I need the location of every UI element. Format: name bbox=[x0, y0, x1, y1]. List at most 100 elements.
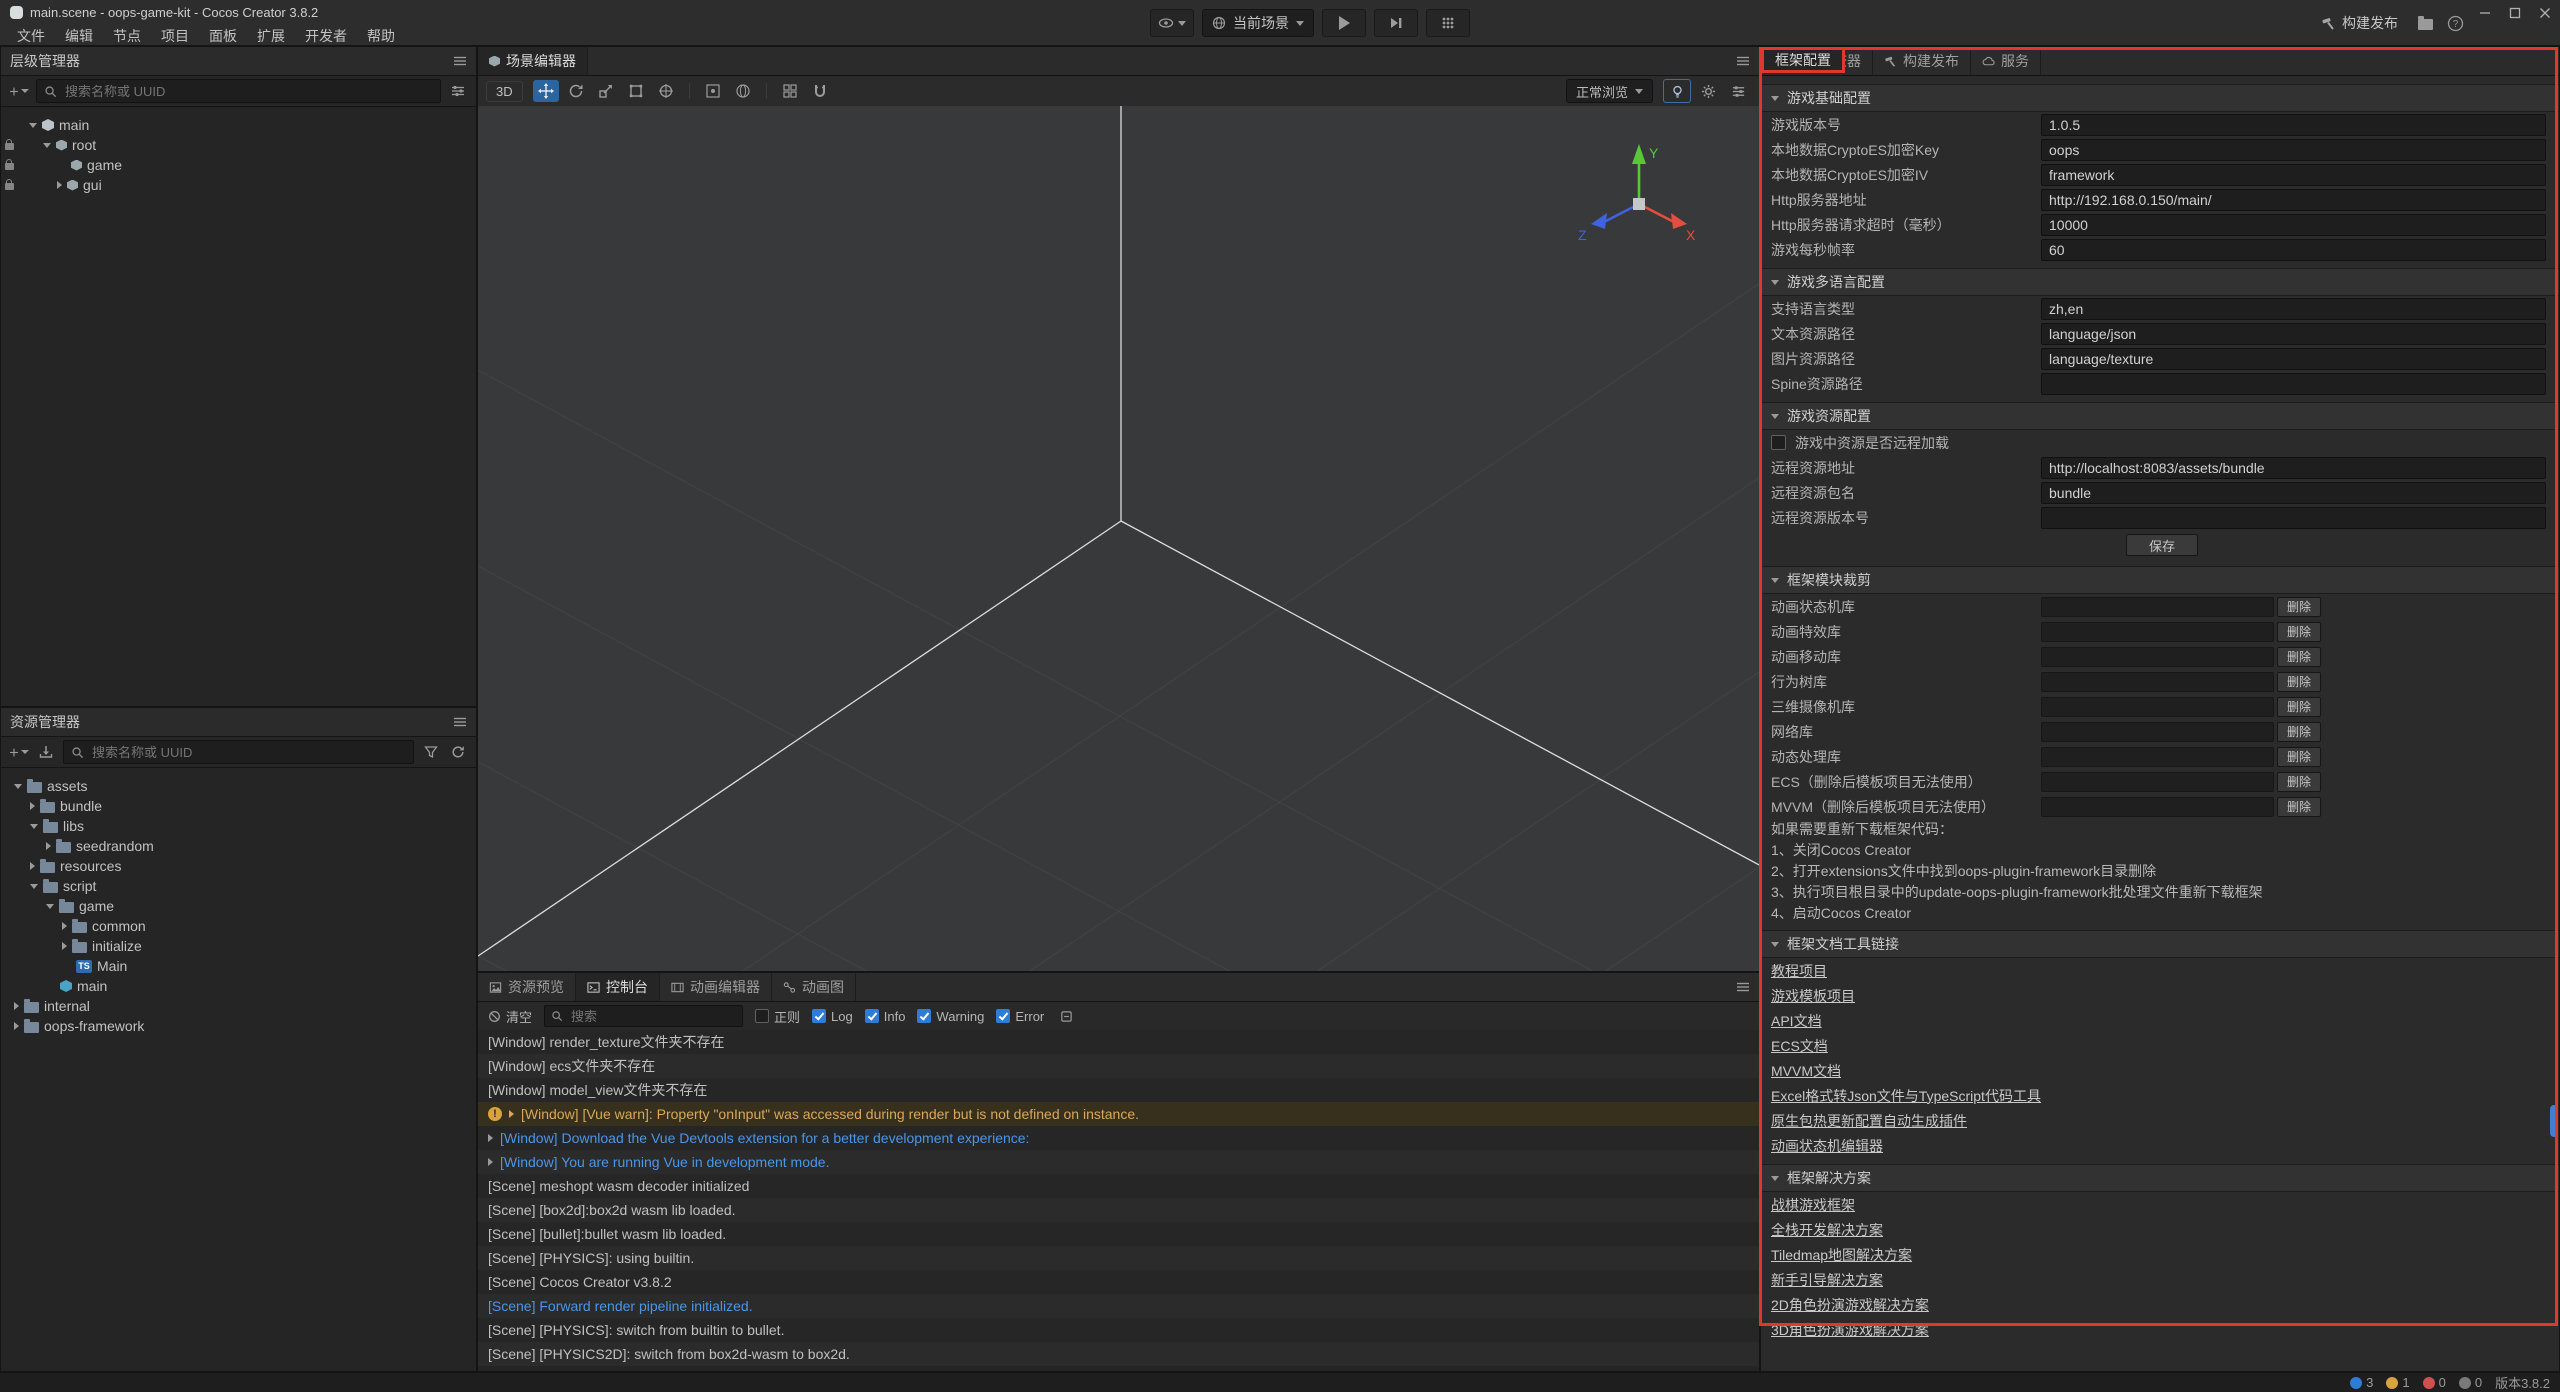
asset-node-game[interactable]: game bbox=[1, 896, 476, 916]
collapse-caret-icon[interactable] bbox=[30, 802, 35, 810]
assets-search[interactable] bbox=[63, 740, 414, 764]
panel-menu-icon[interactable] bbox=[453, 54, 467, 68]
scene-gizmo-settings-button[interactable] bbox=[1695, 80, 1721, 102]
remote-res-version-input[interactable] bbox=[2041, 507, 2546, 529]
delete-module-button[interactable]: 删除 bbox=[2277, 672, 2321, 692]
tab-scene-editor[interactable]: 场景编辑器 bbox=[478, 47, 588, 75]
doc-link[interactable]: MVVM文档 bbox=[1771, 1061, 1841, 1081]
log-row[interactable]: [Window] ecs文件夹不存在 bbox=[478, 1054, 1759, 1078]
log-row[interactable]: [Scene] [bullet]:bullet wasm lib loaded. bbox=[478, 1222, 1759, 1246]
expand-caret-icon[interactable] bbox=[43, 143, 51, 148]
tab-asset-preview[interactable]: 资源预览 bbox=[478, 973, 576, 1001]
section-framework-modules[interactable]: 框架模块裁剪 bbox=[1761, 566, 2559, 594]
asset-node-libs[interactable]: libs bbox=[1, 816, 476, 836]
asset-node-resources[interactable]: resources bbox=[1, 856, 476, 876]
rect-tool-button[interactable] bbox=[623, 80, 649, 102]
solution-link[interactable]: Tiledmap地图解决方案 bbox=[1771, 1245, 1912, 1265]
text-res-path-input[interactable] bbox=[2041, 323, 2546, 345]
tab-console[interactable]: 控制台 bbox=[576, 973, 660, 1001]
section-game-basic-config[interactable]: 游戏基础配置 bbox=[1761, 84, 2559, 112]
warning-checkbox[interactable] bbox=[917, 1009, 931, 1023]
minimize-button[interactable] bbox=[2470, 0, 2500, 26]
hierarchy-search-input[interactable] bbox=[63, 83, 433, 100]
log-row[interactable]: [Scene] meshopt wasm decoder initialized bbox=[478, 1174, 1759, 1198]
log-row[interactable]: [Scene] Cocos Creator v3.8.2 bbox=[478, 1270, 1759, 1294]
crypto-iv-input[interactable] bbox=[2041, 164, 2546, 186]
log-row[interactable]: [Scene] [PHYSICS]: switch from builtin t… bbox=[478, 1318, 1759, 1342]
current-scene-select[interactable]: 当前场景 bbox=[1202, 9, 1314, 37]
menu-node[interactable]: 节点 bbox=[104, 24, 150, 48]
expand-caret-icon[interactable] bbox=[30, 884, 38, 889]
solution-link[interactable]: 新手引导解决方案 bbox=[1771, 1270, 1883, 1290]
section-solutions[interactable]: 框架解决方案 bbox=[1761, 1164, 2559, 1192]
error-count[interactable]: 0 bbox=[2423, 1375, 2446, 1390]
message-count[interactable]: 3 bbox=[2350, 1375, 2373, 1390]
lock-icon[interactable] bbox=[5, 163, 14, 170]
tab-animation-graph[interactable]: 动画图 bbox=[772, 973, 856, 1001]
folder-open-button[interactable] bbox=[2410, 9, 2440, 37]
collapse-caret-icon[interactable] bbox=[30, 862, 35, 870]
solution-link[interactable]: 全栈开发解决方案 bbox=[1771, 1220, 1883, 1240]
expand-log-icon[interactable] bbox=[488, 1158, 493, 1166]
filter-funnel-icon[interactable] bbox=[421, 742, 441, 762]
filter-icon[interactable] bbox=[448, 81, 468, 101]
menu-project[interactable]: 项目 bbox=[152, 24, 198, 48]
lock-icon[interactable] bbox=[5, 143, 14, 150]
fps-input[interactable] bbox=[2041, 239, 2546, 261]
magnet-snap-button[interactable] bbox=[807, 80, 833, 102]
asset-node-assets[interactable]: assets bbox=[1, 776, 476, 796]
doc-link[interactable]: 教程项目 bbox=[1771, 961, 1827, 981]
scale-tool-button[interactable] bbox=[593, 80, 619, 102]
solution-link[interactable]: 3D角色扮演游戏解决方案 bbox=[1771, 1320, 1929, 1340]
filter-error[interactable]: Error bbox=[996, 1009, 1044, 1024]
expand-caret-icon[interactable] bbox=[29, 123, 37, 128]
delete-module-button[interactable]: 删除 bbox=[2277, 772, 2321, 792]
collapse-caret-icon[interactable] bbox=[14, 1022, 19, 1030]
assets-search-input[interactable] bbox=[90, 744, 406, 761]
panel-menu-icon[interactable] bbox=[1736, 980, 1750, 994]
menu-help[interactable]: 帮助 bbox=[358, 24, 404, 48]
doc-link[interactable]: ECS文档 bbox=[1771, 1036, 1828, 1056]
menu-edit[interactable]: 编辑 bbox=[56, 24, 102, 48]
filter-info[interactable]: Info bbox=[865, 1009, 906, 1024]
info-checkbox[interactable] bbox=[865, 1009, 879, 1023]
close-button[interactable] bbox=[2530, 0, 2560, 26]
expand-caret-icon[interactable] bbox=[14, 784, 22, 789]
rotate-tool-button[interactable] bbox=[563, 80, 589, 102]
console-search[interactable] bbox=[544, 1005, 743, 1027]
asset-node-main-ts[interactable]: TSMain bbox=[1, 956, 476, 976]
log-row[interactable]: [Scene] [PHYSICS2D]: switch from box2d-w… bbox=[478, 1342, 1759, 1366]
scrollbar-thumb[interactable] bbox=[2550, 1105, 2558, 1137]
menu-panel[interactable]: 面板 bbox=[200, 24, 246, 48]
solution-link[interactable]: 战棋游戏框架 bbox=[1771, 1195, 1855, 1215]
doc-link[interactable]: 动画状态机编辑器 bbox=[1771, 1136, 1883, 1156]
languages-input[interactable] bbox=[2041, 298, 2546, 320]
panel-menu-icon[interactable] bbox=[453, 715, 467, 729]
asset-node-common[interactable]: common bbox=[1, 916, 476, 936]
asset-node-internal[interactable]: internal bbox=[1, 996, 476, 1016]
section-i18n-config[interactable]: 游戏多语言配置 bbox=[1761, 268, 2559, 296]
section-doc-links[interactable]: 框架文档工具链接 bbox=[1761, 930, 2559, 958]
remote-bundle-name-input[interactable] bbox=[2041, 482, 2546, 504]
lighting-toggle-button[interactable] bbox=[1663, 79, 1691, 103]
step-button[interactable] bbox=[1374, 9, 1418, 37]
asset-node-script[interactable]: script bbox=[1, 876, 476, 896]
error-checkbox[interactable] bbox=[996, 1009, 1010, 1023]
build-publish-button[interactable]: 构建发布 bbox=[2309, 13, 2410, 33]
log-checkbox[interactable] bbox=[812, 1009, 826, 1023]
collapse-caret-icon[interactable] bbox=[62, 942, 67, 950]
play-button[interactable] bbox=[1322, 9, 1366, 37]
orientation-gizmo[interactable]: Y X Z bbox=[1574, 136, 1704, 266]
hierarchy-node-root[interactable]: root bbox=[1, 135, 476, 155]
inspector-scrollbar[interactable] bbox=[2550, 75, 2558, 1370]
move-tool-button[interactable] bbox=[533, 80, 559, 102]
console-search-input[interactable] bbox=[569, 1008, 736, 1025]
view-mode-select[interactable]: 正常浏览 bbox=[1566, 79, 1653, 103]
collapse-caret-icon[interactable] bbox=[62, 922, 67, 930]
collapse-caret-icon[interactable] bbox=[46, 842, 51, 850]
refresh-icon[interactable] bbox=[448, 742, 468, 762]
delete-module-button[interactable]: 删除 bbox=[2277, 747, 2321, 767]
delete-module-button[interactable]: 删除 bbox=[2277, 647, 2321, 667]
menu-developer[interactable]: 开发者 bbox=[296, 24, 356, 48]
clear-console-button[interactable]: 清空 bbox=[488, 1007, 532, 1026]
